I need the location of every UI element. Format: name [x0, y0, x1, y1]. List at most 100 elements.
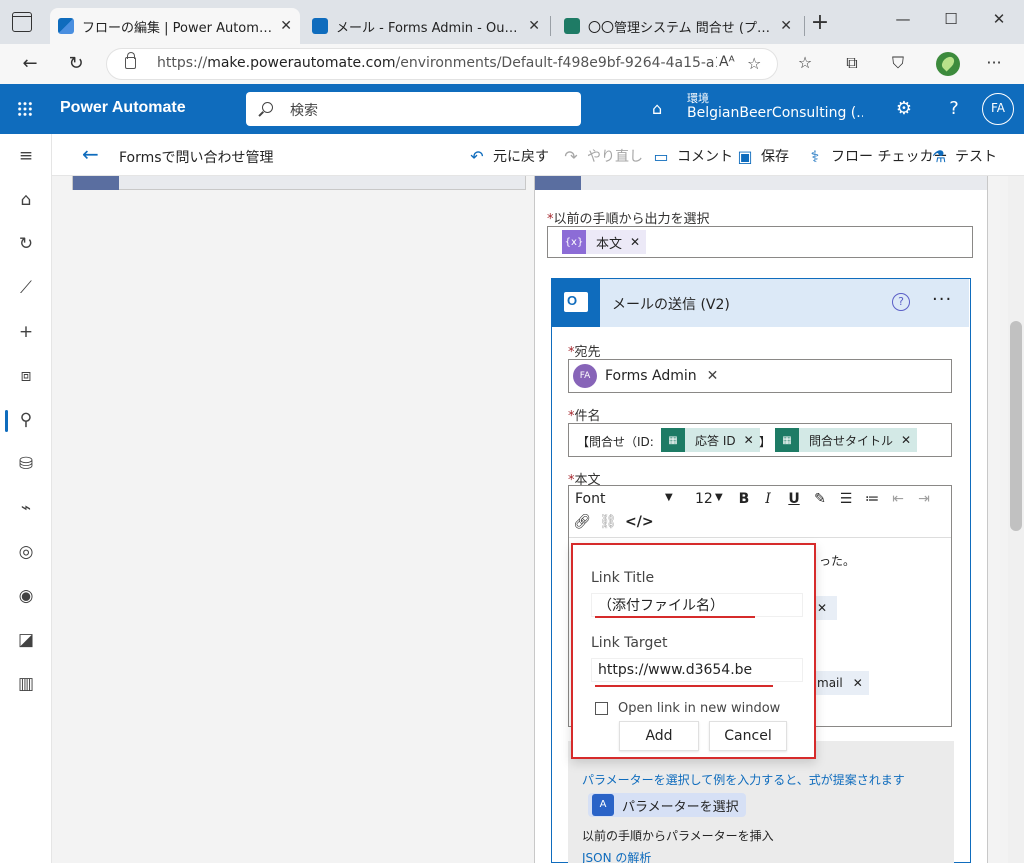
code-view-icon[interactable]: </> — [625, 514, 654, 530]
left-action-card[interactable] — [72, 176, 526, 190]
comment-button[interactable]: ▭ コメント — [652, 146, 733, 166]
read-aloud-icon[interactable]: Aᴬ — [719, 54, 735, 70]
search-input[interactable]: 検索 — [246, 92, 581, 126]
link-icon[interactable]: 🔗︎ — [573, 514, 591, 530]
minimize-icon[interactable]: — — [888, 10, 918, 34]
add-favorite-icon[interactable]: ☆ — [747, 54, 761, 73]
forms-icon: ▦ — [661, 428, 685, 452]
address-bar[interactable]: https://make.powerautomate.com/environme… — [106, 48, 778, 80]
select-parameter-button[interactable]: A パラメーターを選択 — [588, 793, 746, 817]
font-size-select[interactable]: 12 — [695, 491, 713, 507]
save-button[interactable]: ▣ 保存 — [736, 146, 789, 166]
subject-field[interactable]: 【問合せ（ID: ▦ 応答 ID ✕ 】 ▦ 問合せタイトル ✕ — [568, 423, 952, 457]
environment-name[interactable]: BelgianBeerConsulting (... — [687, 105, 863, 121]
action-items-icon[interactable]: ↻ — [12, 230, 40, 258]
remove-token-icon[interactable]: ✕ — [744, 433, 754, 447]
email-token-fragment[interactable]: mail ✕ — [811, 671, 869, 695]
bold-icon[interactable]: B — [735, 491, 753, 507]
expression-hint[interactable]: パラメーターを選択して例を入力すると、式が提案されます — [582, 771, 905, 788]
monitor-icon[interactable]: ⌁ — [12, 494, 40, 522]
refresh-icon[interactable]: ↻ — [63, 51, 89, 77]
new-tab-button[interactable]: + — [808, 12, 832, 36]
environment-label: 環境 — [687, 92, 709, 105]
templates-icon[interactable]: ⧈ — [12, 362, 40, 390]
user-avatar[interactable]: FA — [982, 93, 1014, 125]
process-mining-icon[interactable]: ◉ — [12, 582, 40, 610]
prev-output-field[interactable]: {x} 本文 ✕ — [547, 226, 973, 258]
remove-token-icon[interactable]: ✕ — [630, 235, 640, 249]
rich-text-toolbar: Font ▼ 12 ▼ B I U ✎ ☰ ≔ ⇤ ⇥ 🔗︎ ⛓︎ </> — [569, 486, 951, 538]
browser-essentials-icon[interactable]: ⛉ — [887, 53, 909, 75]
settings-gear-icon[interactable]: ⚙ — [892, 97, 916, 121]
close-icon[interactable]: ✕ — [280, 18, 292, 34]
to-field[interactable]: FA Forms Admin ✕ — [568, 359, 952, 393]
response-id-token[interactable]: ▦ 応答 ID ✕ — [661, 428, 760, 452]
browser-tab-forms-list[interactable]: 〇〇管理システム 問合せ (プレビュー) ✕ — [556, 8, 800, 44]
remove-token-icon[interactable]: ✕ — [901, 433, 911, 447]
apply-to-each-header[interactable] — [535, 176, 987, 190]
indent-icon[interactable]: ⇥ — [915, 491, 933, 507]
redo-button[interactable]: ↷ やり直し — [562, 146, 643, 166]
link-target-input[interactable] — [591, 658, 803, 682]
numbered-list-icon[interactable]: ≔ — [863, 491, 881, 507]
send-email-header[interactable]: メールの送信 (V2) ? ··· — [552, 279, 969, 327]
underline-icon[interactable]: U — [785, 491, 803, 507]
hamburger-menu-icon[interactable]: ≡ — [12, 142, 40, 170]
ai-builder-icon[interactable]: ◎ — [12, 538, 40, 566]
my-flows-icon[interactable]: ⟋ — [12, 274, 40, 302]
app-launcher-icon[interactable] — [17, 101, 33, 117]
undo-button[interactable]: ↶ 元に戻す — [468, 146, 549, 166]
help-icon[interactable]: ? — [942, 97, 966, 121]
parse-json-link[interactable]: JSON の解析 — [582, 849, 651, 863]
settings-more-icon[interactable]: ··· — [983, 53, 1005, 75]
url-text[interactable]: https://make.powerautomate.com/environme… — [157, 55, 717, 71]
connectors-icon[interactable]: ⚲ — [12, 406, 40, 434]
bullet-list-icon[interactable]: ☰ — [837, 491, 855, 507]
collections-icon[interactable]: ⧉ — [841, 53, 863, 75]
browser-tab-power-automate[interactable]: フローの編集 | Power Automate ✕ — [50, 8, 300, 44]
remove-recipient-icon[interactable]: ✕ — [707, 368, 719, 384]
flow-checker-button[interactable]: ⚕ フロー チェッカー — [806, 146, 948, 166]
test-button[interactable]: ⚗ テスト — [930, 146, 997, 166]
add-button[interactable]: Add — [619, 721, 699, 751]
tab-actions-icon[interactable] — [12, 12, 32, 32]
profile-avatar[interactable] — [936, 52, 960, 76]
create-icon[interactable]: + — [12, 318, 40, 346]
data-icon[interactable]: ⛁ — [12, 450, 40, 478]
italic-icon[interactable]: I — [759, 491, 777, 507]
new-window-checkbox[interactable] — [595, 702, 608, 715]
maximize-icon[interactable]: ☐ — [936, 10, 966, 34]
help-icon[interactable]: ? — [892, 293, 910, 311]
chevron-down-icon[interactable]: ▼ — [665, 492, 673, 503]
link-title-label: Link Title — [591, 570, 655, 586]
cancel-button[interactable]: Cancel — [709, 721, 787, 751]
back-icon[interactable]: ← — [17, 51, 43, 77]
inquiry-title-token[interactable]: ▦ 問合せタイトル ✕ — [775, 428, 918, 452]
link-title-input[interactable] — [591, 593, 803, 617]
remove-token-icon[interactable]: ✕ — [817, 601, 827, 615]
window-close-icon[interactable]: ✕ — [984, 10, 1014, 34]
insert-link-dialog: Link Title Link Target Open link in new … — [571, 543, 816, 759]
chevron-down-icon[interactable]: ▼ — [715, 492, 723, 503]
close-icon[interactable]: ✕ — [780, 18, 792, 34]
close-icon[interactable]: ✕ — [528, 18, 540, 34]
back-arrow-icon[interactable]: ← — [82, 142, 99, 166]
learn-icon[interactable]: ▥ — [12, 670, 40, 698]
redo-icon: ↷ — [564, 146, 578, 166]
remove-token-icon[interactable]: ✕ — [853, 676, 863, 690]
favorites-icon[interactable]: ☆ — [794, 53, 816, 75]
canvas-scroll-thumb[interactable] — [1010, 321, 1022, 531]
highlight-pen-icon[interactable]: ✎ — [811, 491, 829, 507]
recipient-chip[interactable]: FA Forms Admin ✕ — [573, 364, 718, 388]
environment-icon[interactable]: ⌂ — [652, 99, 662, 118]
body-token[interactable]: {x} 本文 ✕ — [562, 230, 647, 254]
unlink-icon[interactable]: ⛓︎ — [599, 514, 617, 530]
app-brand[interactable]: Power Automate — [60, 99, 186, 117]
solutions-icon[interactable]: ◪ — [12, 626, 40, 654]
new-window-option[interactable]: Open link in new window — [595, 701, 780, 716]
font-select[interactable]: Font — [575, 491, 605, 507]
more-options-icon[interactable]: ··· — [932, 289, 952, 310]
outdent-icon[interactable]: ⇤ — [889, 491, 907, 507]
home-icon[interactable]: ⌂ — [12, 186, 40, 214]
browser-tab-outlook[interactable]: メール - Forms Admin - Outlook ✕ — [304, 8, 548, 44]
